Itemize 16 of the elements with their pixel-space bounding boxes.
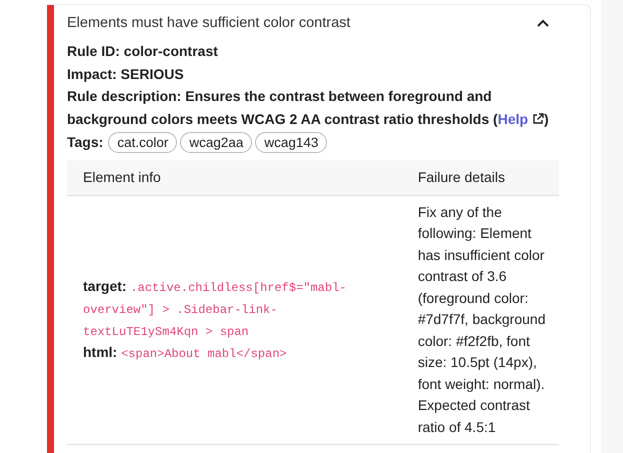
rule-id: Rule ID: color-contrast [67, 42, 219, 61]
rule-description: Rule description: Ensures the contrast between foreground and background colors meets WCAG 2 AA contrast ratio thresholds (Help ) [67, 87, 550, 129]
target-info: target: .active.childless[href$="mabl-overview"] > .Sidebar-link-textLuTE1ySm4Kqn > span [83, 276, 348, 341]
column-header: Failure details [416, 160, 559, 195]
chevron-icon[interactable] [537, 18, 549, 26]
external-link-icon[interactable] [532, 112, 544, 124]
tag: cat.color [108, 132, 178, 153]
issue-title: Elements must have sufficient color contrast [67, 14, 350, 30]
tag: wcag2aa [180, 132, 252, 153]
tag: wcag143 [255, 132, 328, 153]
column-header: Element info [67, 160, 416, 195]
help-link[interactable]: Help [498, 110, 544, 126]
impact: Impact: SERIOUS [67, 64, 185, 84]
failure-details: Fix any of the following: Element has insufficient color contrast of 3.6 (foreground color: #7d7f7f, background color: #f2f2fb, font size: 10.5pt (14px), font weight: normal). Expected contrast ratio of 4.5:1 [418, 204, 546, 434]
html-info: html: <span>About mabl</span> [83, 342, 288, 363]
tags-label: Tags: [67, 133, 104, 152]
